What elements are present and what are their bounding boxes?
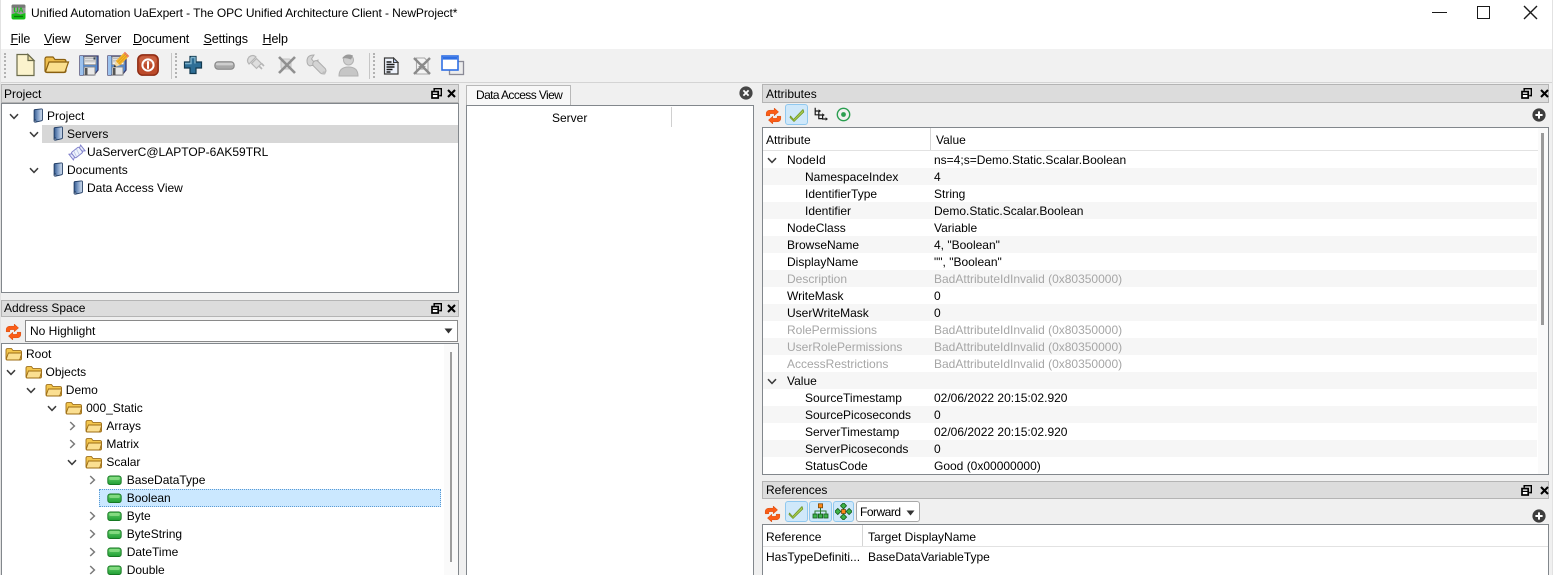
svg-text:UA: UA [13, 8, 23, 15]
